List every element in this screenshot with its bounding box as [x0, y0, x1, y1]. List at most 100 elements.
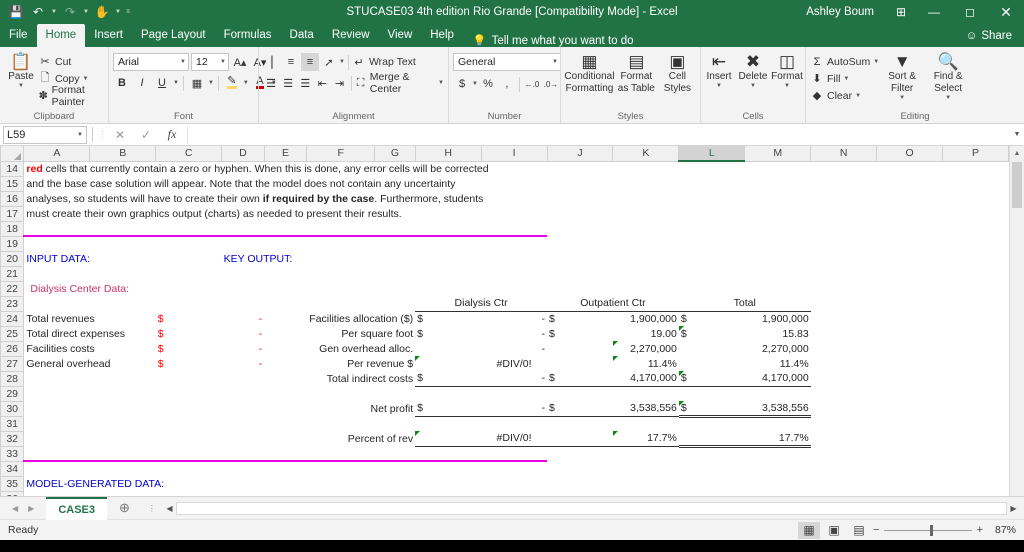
row-header-19[interactable]: 19: [0, 235, 25, 252]
tab-review[interactable]: Review: [323, 24, 379, 47]
align-bottom-icon[interactable]: ≡: [301, 53, 319, 71]
input-label-facilities-costs[interactable]: Facilities costs: [24, 341, 156, 356]
scroll-left-icon[interactable]: ◀: [163, 504, 176, 513]
out-outpatient-cur-0[interactable]: $: [547, 311, 613, 326]
undo-dropdown-icon[interactable]: ▼: [50, 9, 58, 15]
underline-button[interactable]: U: [153, 74, 171, 92]
out-dialysis-cur-1[interactable]: $: [415, 326, 481, 341]
cell-a19[interactable]: [24, 236, 1009, 251]
out-total-cur-0[interactable]: $: [679, 311, 745, 326]
format-cells-dropdown-icon[interactable]: ▼: [784, 83, 790, 89]
column-header-h[interactable]: H: [414, 146, 482, 162]
format-as-table-button[interactable]: ▤ Format as Table: [614, 51, 659, 96]
sheet-tab-case3[interactable]: CASE3: [46, 496, 107, 520]
out-dialysis-cur-4[interactable]: $: [415, 371, 482, 387]
out-total-val-4[interactable]: 4,170,000: [744, 371, 811, 387]
clear-dropdown-icon[interactable]: ▼: [855, 93, 861, 99]
zoom-slider[interactable]: − +: [873, 524, 983, 536]
column-header-f[interactable]: F: [306, 146, 376, 162]
normal-view-icon[interactable]: ▦: [798, 521, 820, 539]
number-format-select[interactable]: General ▼: [453, 53, 561, 71]
redo-dropdown-icon[interactable]: ▼: [82, 9, 90, 15]
zoom-out-icon[interactable]: −: [873, 524, 879, 536]
row-header-21[interactable]: 21: [0, 265, 25, 282]
out-outpatient-val-1[interactable]: 19.00: [613, 326, 679, 341]
horizontal-scroll-thumb[interactable]: [175, 501, 1007, 515]
vertical-scrollbar[interactable]: ▲: [1009, 146, 1024, 496]
net-profit-dialysis-val[interactable]: -: [481, 401, 547, 417]
tab-insert[interactable]: Insert: [85, 24, 132, 47]
input-value-facilities-costs[interactable]: -: [222, 341, 265, 356]
cell-j33[interactable]: [547, 446, 1009, 461]
column-header-g[interactable]: G: [374, 146, 416, 162]
conditional-formatting-button[interactable]: ▦ Conditional Formatting: [564, 51, 614, 96]
cell-a15[interactable]: and the base case solution will appear. …: [24, 176, 1009, 191]
row-header-16[interactable]: 16: [0, 190, 25, 207]
row-header-31[interactable]: 31: [0, 415, 25, 432]
wrap-text-button[interactable]: ↵ Wrap Text: [352, 54, 416, 71]
column-header-c[interactable]: C: [155, 146, 223, 162]
borders-dropdown-icon[interactable]: ▼: [208, 80, 214, 86]
cell-a14[interactable]: red cells that currently contain a zero …: [24, 161, 1009, 176]
number-format-dropdown-icon[interactable]: ▼: [552, 59, 558, 65]
output-label-total-indirect-costs[interactable]: Total indirect costs: [307, 371, 415, 386]
out-outpatient-val-4[interactable]: 4,170,000: [612, 371, 679, 387]
out-outpatient-val-3[interactable]: 11.4%: [612, 356, 679, 371]
cell-a34[interactable]: [24, 461, 1009, 476]
out-dialysis-val-3[interactable]: #DIV/0!: [481, 356, 547, 371]
out-dialysis-cur-3[interactable]: [415, 356, 481, 371]
scrollbar-grip-icon[interactable]: ⋮: [142, 504, 163, 513]
column-header-l[interactable]: L: [678, 146, 746, 162]
column-header-m[interactable]: M: [744, 146, 812, 162]
percent-rev-outpatient-val[interactable]: 17.7%: [612, 431, 679, 447]
sort-filter-dropdown-icon[interactable]: ▼: [899, 95, 905, 101]
minimize-button[interactable]: —: [916, 0, 952, 24]
row-header-14[interactable]: 14: [0, 160, 25, 177]
orientation-icon[interactable]: ➚: [320, 53, 338, 71]
out-dialysis-val-4[interactable]: -: [481, 371, 547, 387]
row-header-20[interactable]: 20: [0, 250, 25, 267]
input-currency-general-overhead[interactable]: $: [156, 356, 222, 371]
merge-center-button[interactable]: ⛶ Merge & Center ▼: [354, 71, 444, 95]
column-header-i[interactable]: I: [480, 146, 548, 162]
cell-a29[interactable]: [24, 386, 1009, 401]
cell-n27[interactable]: [811, 356, 1009, 371]
bold-button[interactable]: B: [113, 74, 131, 92]
column-header-b[interactable]: B: [89, 146, 157, 162]
cell-a20-input-data[interactable]: INPUT DATA:: [24, 251, 222, 266]
out-total-val-0[interactable]: 1,900,000: [745, 311, 811, 326]
align-left-icon[interactable]: ☰: [263, 74, 279, 92]
net-profit-total-val[interactable]: 3,538,556: [744, 401, 811, 418]
cell-n25[interactable]: [811, 326, 1009, 341]
cell-d20-key-output[interactable]: KEY OUTPUT:: [222, 251, 1009, 266]
column-header-n[interactable]: N: [810, 146, 878, 162]
cell-j18[interactable]: [547, 221, 1009, 236]
cell-a17[interactable]: must create their own graphics output (c…: [24, 206, 1009, 221]
row-header-22[interactable]: 22: [0, 280, 25, 297]
tab-home[interactable]: Home: [36, 24, 86, 47]
out-total-cur-1[interactable]: $: [678, 326, 745, 341]
input-currency-total-revenues[interactable]: $: [156, 311, 222, 326]
cell-n30[interactable]: [811, 401, 1009, 416]
delete-cells-dropdown-icon[interactable]: ▼: [750, 83, 756, 89]
fill-color-icon[interactable]: ✎: [223, 74, 241, 92]
out-total-val-3[interactable]: 11.4%: [745, 356, 811, 371]
clear-button[interactable]: ◆ Clear ▼: [810, 87, 879, 104]
underline-dropdown-icon[interactable]: ▼: [173, 80, 179, 86]
out-dialysis-val-2[interactable]: -: [481, 341, 547, 356]
net-profit-outpatient-cur[interactable]: $: [547, 401, 613, 417]
output-col-header-total[interactable]: Total: [678, 296, 811, 312]
ribbon-display-options-icon[interactable]: ⊞: [886, 0, 916, 24]
output-label-facilities-allocation[interactable]: Facilities allocation ($): [264, 311, 415, 326]
input-value-total-revenues[interactable]: -: [222, 311, 265, 326]
touch-mode-dropdown-icon[interactable]: ▼: [114, 9, 122, 15]
output-label-net-profit[interactable]: Net profit: [307, 401, 415, 416]
expand-formula-bar-icon[interactable]: ▼: [1010, 131, 1024, 138]
input-currency-facilities-costs[interactable]: $: [156, 341, 222, 356]
out-outpatient-cur-2[interactable]: [547, 341, 613, 356]
accounting-format-icon[interactable]: $: [453, 75, 471, 93]
tab-help[interactable]: Help: [421, 24, 463, 47]
accounting-dropdown-icon[interactable]: ▼: [472, 81, 478, 87]
close-button[interactable]: ✕: [988, 0, 1024, 24]
add-sheet-icon[interactable]: ⊕: [107, 500, 142, 516]
